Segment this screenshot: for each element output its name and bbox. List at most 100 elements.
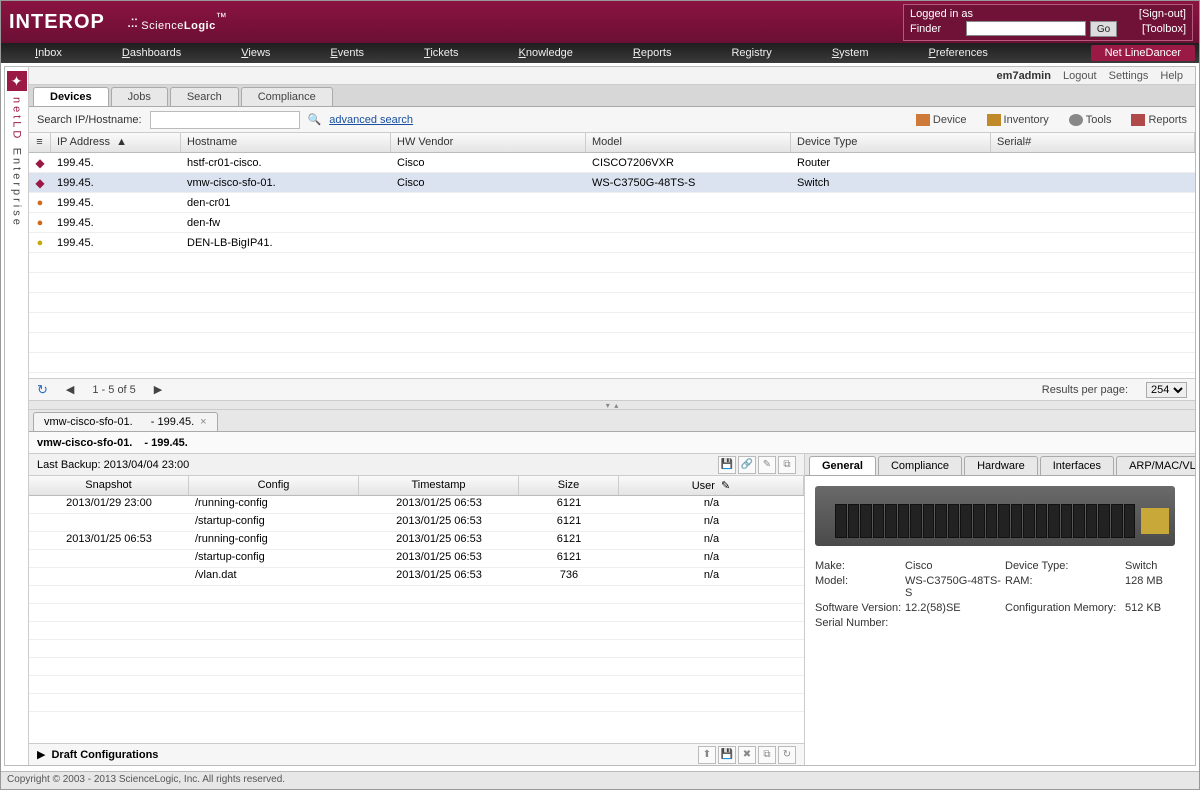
col-snapshot[interactable]: Snapshot [29, 476, 189, 495]
logout-link[interactable]: Logout [1063, 70, 1097, 82]
table-row[interactable]: ◆199.45.hstf-cr01-cisco.CiscoCISCO7206VX… [29, 153, 1195, 173]
table-row[interactable]: /startup-config2013/01/25 06:536121n/a [29, 514, 804, 532]
tab-jobs[interactable]: Jobs [111, 87, 168, 106]
rtab-hardware[interactable]: Hardware [964, 456, 1038, 475]
draft-delete-icon[interactable]: ✖ [738, 746, 756, 764]
table-row[interactable]: /vlan.dat2013/01/25 06:53736n/a [29, 568, 804, 586]
logo-interop: INTEROP [9, 11, 105, 34]
table-row[interactable] [29, 586, 804, 604]
rpp-label: Results per page: [1042, 384, 1128, 396]
advanced-search-link[interactable]: advanced search [329, 114, 413, 126]
col-ip[interactable]: IP Address ▲ [51, 133, 181, 152]
rtab-compliance[interactable]: Compliance [878, 456, 962, 475]
col-timestamp[interactable]: Timestamp [359, 476, 519, 495]
draft-refresh-icon[interactable]: ↻ [778, 746, 796, 764]
top-bar: INTEROP .::ScienceLogic™ Logged in as [S… [1, 1, 1199, 43]
menu-tickets[interactable]: Tickets [394, 47, 488, 59]
general-panel: Make:Cisco Device Type:Switch Model:WS-C… [805, 476, 1195, 765]
reports-icon [1131, 114, 1145, 126]
menu-knowledge[interactable]: Knowledge [488, 47, 602, 59]
btn-reports[interactable]: Reports [1131, 114, 1187, 126]
draft-row[interactable]: ▶ Draft Configurations ⬆ 💾 ✖ ⧉ ↻ [29, 743, 804, 765]
rtab-arp[interactable]: ARP/MAC/VLAN [1116, 456, 1195, 475]
rtab-general[interactable]: General [809, 456, 876, 475]
table-row[interactable]: ●199.45.den-cr01 [29, 193, 1195, 213]
tool-link-icon[interactable]: 🔗 [738, 456, 756, 474]
tab-compliance[interactable]: Compliance [241, 87, 333, 106]
tab-devices[interactable]: Devices [33, 87, 109, 106]
search-input[interactable] [150, 111, 300, 129]
draft-upload-icon[interactable]: ⬆ [698, 746, 716, 764]
col-user[interactable]: User ✎ [619, 476, 804, 495]
col-size[interactable]: Size [519, 476, 619, 495]
pager: ↻ ◀ 1 - 5 of 5 ▶ Results per page: 254 [29, 378, 1195, 400]
table-row[interactable] [29, 694, 804, 712]
col-hostname[interactable]: Hostname [181, 133, 391, 152]
col-status-icon[interactable]: ≡ [29, 133, 51, 152]
cfg-header: Snapshot Config Timestamp Size User ✎ [29, 476, 804, 496]
search-icon[interactable]: 🔍 [308, 113, 322, 126]
finder-input[interactable] [966, 21, 1086, 36]
table-row[interactable] [29, 622, 804, 640]
menu-inbox[interactable]: Inbox [5, 47, 92, 59]
menu-views[interactable]: Views [211, 47, 300, 59]
help-link[interactable]: Help [1160, 70, 1183, 82]
col-model[interactable]: Model [586, 133, 791, 152]
expand-icon[interactable]: ▶ [37, 748, 45, 761]
table-row[interactable] [29, 333, 1195, 353]
btn-inventory[interactable]: Inventory [987, 114, 1049, 126]
table-row[interactable] [29, 676, 804, 694]
rpp-select[interactable]: 254 [1146, 382, 1187, 398]
sidebar-text-1: netLD [11, 97, 23, 141]
settings-link[interactable]: Settings [1109, 70, 1149, 82]
table-row[interactable]: /startup-config2013/01/25 06:536121n/a [29, 550, 804, 568]
splitter[interactable]: ▾ ▴ [29, 400, 1195, 410]
table-row[interactable] [29, 640, 804, 658]
table-row[interactable] [29, 253, 1195, 273]
sign-out-link[interactable]: [Sign-out] [1139, 8, 1186, 20]
menu-system[interactable]: System [802, 47, 899, 59]
status-icon: ● [29, 197, 51, 209]
status-icon: ● [29, 237, 51, 249]
toolbox-link[interactable]: [Toolbox] [1142, 23, 1186, 35]
table-row[interactable] [29, 658, 804, 676]
menu-dashboards[interactable]: Dashboards [92, 47, 211, 59]
page-next-icon[interactable]: ▶ [154, 383, 162, 396]
col-device-type[interactable]: Device Type [791, 133, 991, 152]
btn-tools[interactable]: Tools [1069, 114, 1112, 126]
tab-search[interactable]: Search [170, 87, 239, 106]
table-row[interactable] [29, 313, 1195, 333]
menu-netlinedancer[interactable]: Net LineDancer [1091, 45, 1195, 61]
table-row[interactable]: ●199.45.DEN-LB-BigIP41. [29, 233, 1195, 253]
menu-preferences[interactable]: Preferences [899, 47, 1018, 59]
col-vendor[interactable]: HW Vendor [391, 133, 586, 152]
table-row[interactable]: ◆199.45.vmw-cisco-sfo-01.CiscoWS-C3750G-… [29, 173, 1195, 193]
menu-events[interactable]: Events [300, 47, 394, 59]
refresh-icon[interactable]: ↻ [37, 382, 48, 398]
col-serial[interactable]: Serial# [991, 133, 1195, 152]
tool-copy-icon[interactable]: ⧉ [778, 456, 796, 474]
table-row[interactable]: ●199.45.den-fw [29, 213, 1195, 233]
table-row[interactable] [29, 293, 1195, 313]
page-prev-icon[interactable]: ◀ [66, 383, 74, 396]
search-label: Search IP/Hostname: [37, 114, 142, 126]
menu-registry[interactable]: Registry [701, 47, 801, 59]
detail-tab[interactable]: vmw-cisco-sfo-01. - 199.45. × [33, 412, 218, 431]
table-row[interactable]: 2013/01/29 23:00/running-config2013/01/2… [29, 496, 804, 514]
col-config[interactable]: Config [189, 476, 359, 495]
table-row[interactable] [29, 604, 804, 622]
tool-edit-icon[interactable]: ✎ [758, 456, 776, 474]
status-icon: ● [29, 217, 51, 229]
table-row[interactable] [29, 353, 1195, 373]
btn-device[interactable]: Device [916, 114, 967, 126]
table-row[interactable] [29, 273, 1195, 293]
go-button[interactable]: Go [1090, 21, 1117, 37]
close-icon[interactable]: × [200, 416, 206, 428]
tool-save-icon[interactable]: 💾 [718, 456, 736, 474]
table-row[interactable]: 2013/01/25 06:53/running-config2013/01/2… [29, 532, 804, 550]
grid-body: ◆199.45.hstf-cr01-cisco.CiscoCISCO7206VX… [29, 153, 1195, 378]
rtab-interfaces[interactable]: Interfaces [1040, 456, 1114, 475]
draft-copy-icon[interactable]: ⧉ [758, 746, 776, 764]
menu-reports[interactable]: Reports [603, 47, 702, 59]
draft-save-icon[interactable]: 💾 [718, 746, 736, 764]
